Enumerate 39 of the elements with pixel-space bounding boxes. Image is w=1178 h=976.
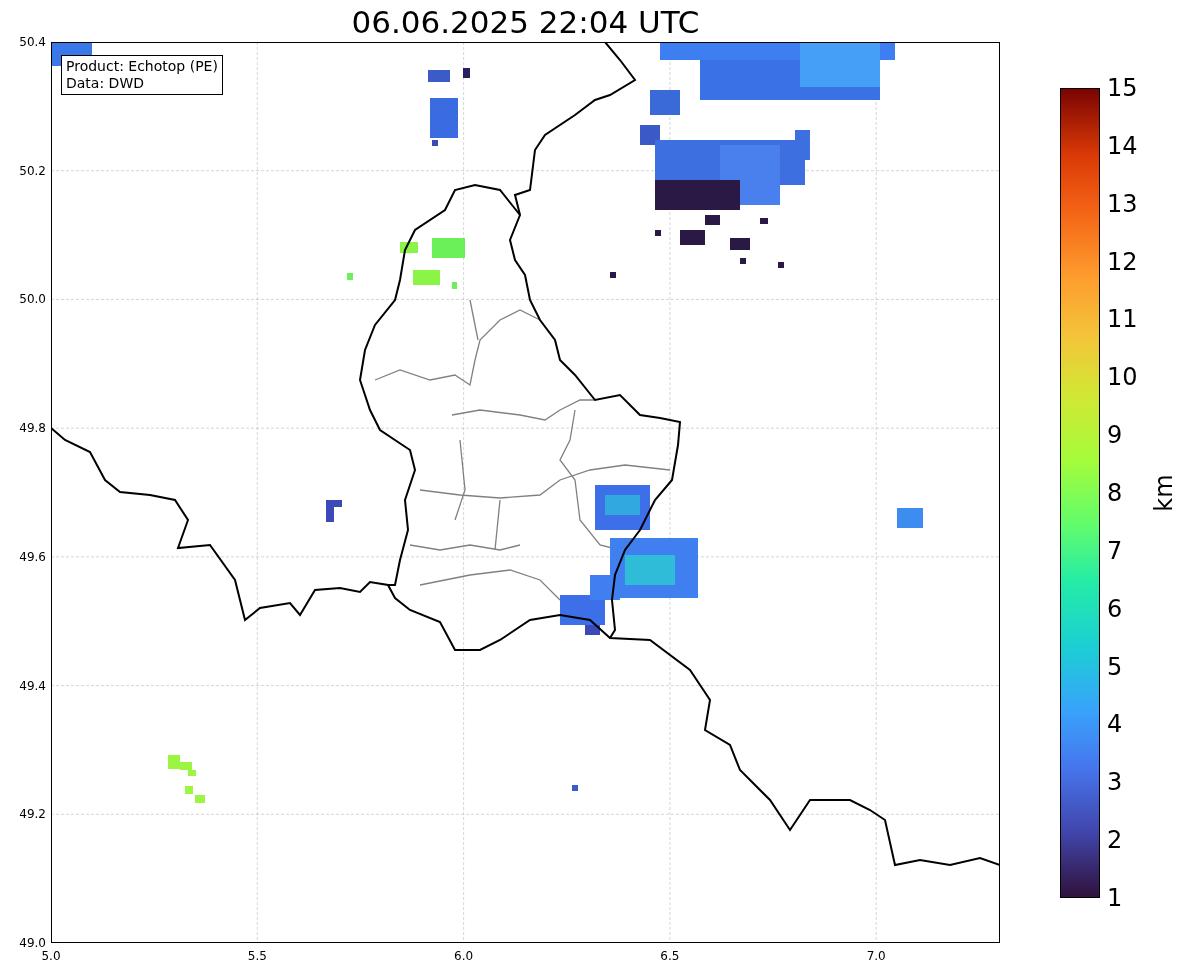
colorbar-tick-label: 15 [1107, 74, 1138, 102]
x-tick-label: 5.0 [41, 949, 61, 963]
colorbar-tick-label: 6 [1107, 594, 1123, 623]
y-tick-label: 49.2 [19, 807, 46, 822]
x-tick-label: 6.0 [454, 949, 474, 963]
colorbar-tick-label: 10 [1107, 363, 1138, 392]
colorbar-tick-label: 7 [1107, 536, 1123, 565]
colorbar-tick-label: 3 [1107, 768, 1123, 797]
colorbar-tick-label: 13 [1107, 189, 1138, 218]
colorbar-tick-label: 11 [1107, 305, 1138, 334]
y-tick-label: 50.4 [19, 35, 46, 49]
colorbar-tick-label: 14 [1107, 131, 1138, 160]
x-tick-label: 5.5 [247, 949, 267, 963]
radar-echo [897, 508, 923, 528]
x-tick-label: 7.0 [866, 949, 886, 963]
colorbar-tick-label: 12 [1107, 247, 1138, 276]
x-tick-label: 6.5 [660, 949, 680, 963]
y-tick-label: 49.4 [19, 678, 46, 693]
y-tick-label: 49.0 [19, 936, 46, 950]
radar-echo [572, 785, 578, 791]
colorbar-tick-label: 9 [1107, 421, 1123, 450]
colorbar-label: km [1149, 474, 1178, 512]
colorbar-tick-label: 1 [1107, 884, 1123, 912]
radar-echo [428, 68, 470, 82]
colorbar-tick-label: 2 [1107, 826, 1123, 855]
radar-echo [168, 755, 205, 803]
colorbar-tick-label: 5 [1107, 652, 1123, 681]
radar-echo [595, 485, 650, 530]
colorbar-tick-label: 8 [1107, 479, 1123, 507]
info-text: Data: DWD [66, 75, 145, 92]
radar-echo [430, 98, 458, 146]
radar-echo [326, 500, 342, 522]
y-tick-label: 49.6 [19, 549, 46, 564]
info-text: Product: Echotop (PE) [66, 58, 218, 75]
y-tick-label: 50.2 [19, 163, 46, 178]
y-tick-label: 50.0 [19, 292, 46, 307]
colorbar-tick-label: 4 [1107, 710, 1123, 739]
y-tick-label: 49.8 [19, 421, 46, 436]
chart-title: 06.06.2025 22:04 UTC [350, 3, 701, 42]
